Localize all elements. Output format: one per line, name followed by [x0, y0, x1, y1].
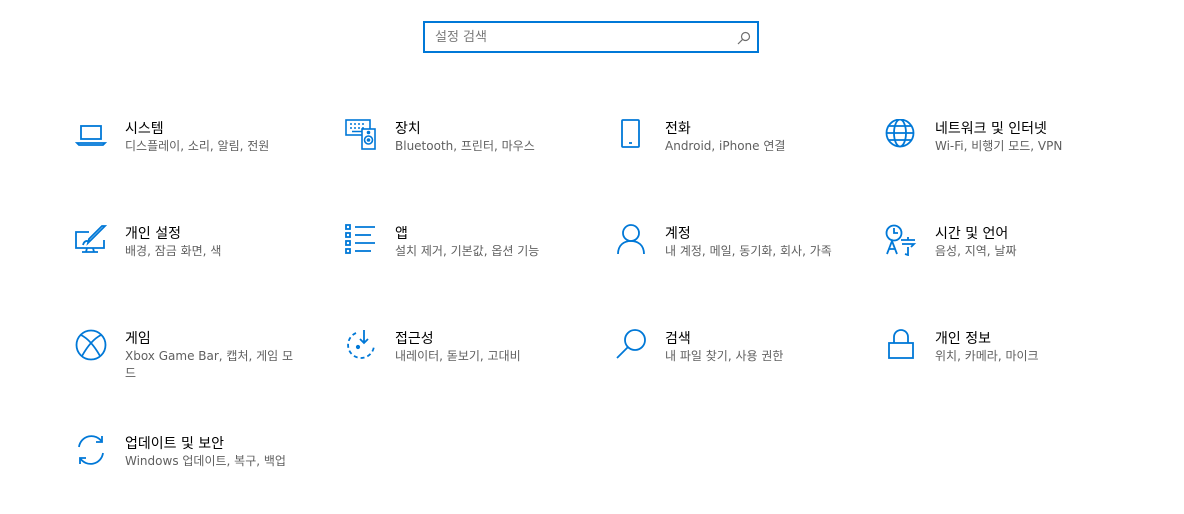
- apps-list-icon: [345, 224, 377, 256]
- personalization-icon: [75, 224, 107, 256]
- tile-personalization[interactable]: 개인 설정 배경, 잠금 화면, 색: [75, 224, 315, 304]
- tile-gaming[interactable]: 게임 Xbox Game Bar, 캡처, 게임 모드: [75, 329, 315, 409]
- tile-devices[interactable]: 장치 Bluetooth, 프린터, 마우스: [345, 119, 585, 199]
- tile-description: 내레이터, 돋보기, 고대비: [395, 349, 521, 363]
- tile-description: 설치 제거, 기본값, 옵션 기능: [395, 244, 540, 258]
- search-icon[interactable]: [737, 30, 751, 45]
- tile-apps[interactable]: 앱 설치 제거, 기본값, 옵션 기능: [345, 224, 585, 304]
- tile-title: 시스템: [125, 121, 164, 137]
- tile-title: 검색: [665, 331, 691, 347]
- tile-system[interactable]: 시스템 디스플레이, 소리, 알림, 전원: [75, 119, 315, 199]
- person-icon: [615, 224, 647, 256]
- tile-description: Windows 업데이트, 복구, 백업: [125, 454, 286, 468]
- tile-title: 접근성: [395, 331, 434, 347]
- tile-update-security[interactable]: 업데이트 및 보안 Windows 업데이트, 복구, 백업: [75, 434, 315, 514]
- settings-search-box[interactable]: [423, 21, 759, 53]
- tile-description: 내 계정, 메일, 동기화, 회사, 가족: [665, 244, 832, 258]
- tile-network[interactable]: 네트워크 및 인터넷 Wi-Fi, 비행기 모드, VPN: [885, 119, 1125, 199]
- tile-time-language[interactable]: 시간 및 언어 음성, 지역, 날짜: [885, 224, 1125, 304]
- tile-description: Bluetooth, 프린터, 마우스: [395, 139, 535, 153]
- lock-icon: [885, 329, 917, 361]
- tile-title: 네트워크 및 인터넷: [935, 121, 1047, 137]
- search-icon: [615, 329, 647, 361]
- update-sync-icon: [75, 434, 107, 466]
- tile-accounts[interactable]: 계정 내 계정, 메일, 동기화, 회사, 가족: [615, 224, 855, 304]
- tile-title: 계정: [665, 226, 691, 242]
- tile-title: 시간 및 언어: [935, 226, 1009, 242]
- tile-description: 내 파일 찾기, 사용 권한: [665, 349, 784, 363]
- tile-ease-of-access[interactable]: 접근성 내레이터, 돋보기, 고대비: [345, 329, 585, 409]
- laptop-icon: [75, 119, 107, 151]
- tile-title: 앱: [395, 226, 408, 242]
- tile-title: 개인 설정: [125, 226, 181, 242]
- xbox-icon: [75, 329, 107, 361]
- tile-description: 음성, 지역, 날짜: [935, 244, 1017, 258]
- tile-phone[interactable]: 전화 Android, iPhone 연결: [615, 119, 855, 199]
- tile-description: 위치, 카메라, 마이크: [935, 349, 1039, 363]
- devices-icon: [345, 119, 377, 151]
- ease-of-access-icon: [345, 329, 377, 361]
- tile-privacy[interactable]: 개인 정보 위치, 카메라, 마이크: [885, 329, 1125, 409]
- tile-description: Wi-Fi, 비행기 모드, VPN: [935, 139, 1063, 153]
- tile-search[interactable]: 검색 내 파일 찾기, 사용 권한: [615, 329, 855, 409]
- phone-icon: [615, 119, 647, 151]
- tile-description: 디스플레이, 소리, 알림, 전원: [125, 139, 270, 153]
- tile-title: 개인 정보: [935, 331, 991, 347]
- tile-title: 전화: [665, 121, 691, 137]
- time-language-icon: [885, 224, 917, 256]
- tile-description: Android, iPhone 연결: [665, 139, 786, 153]
- tile-description: Xbox Game Bar, 캡처, 게임 모드: [125, 349, 294, 380]
- search-input[interactable]: [425, 23, 735, 51]
- tile-description: 배경, 잠금 화면, 색: [125, 244, 222, 258]
- tile-title: 장치: [395, 121, 421, 137]
- tile-title: 업데이트 및 보안: [125, 436, 225, 452]
- tile-title: 게임: [125, 331, 151, 347]
- globe-icon: [885, 119, 917, 151]
